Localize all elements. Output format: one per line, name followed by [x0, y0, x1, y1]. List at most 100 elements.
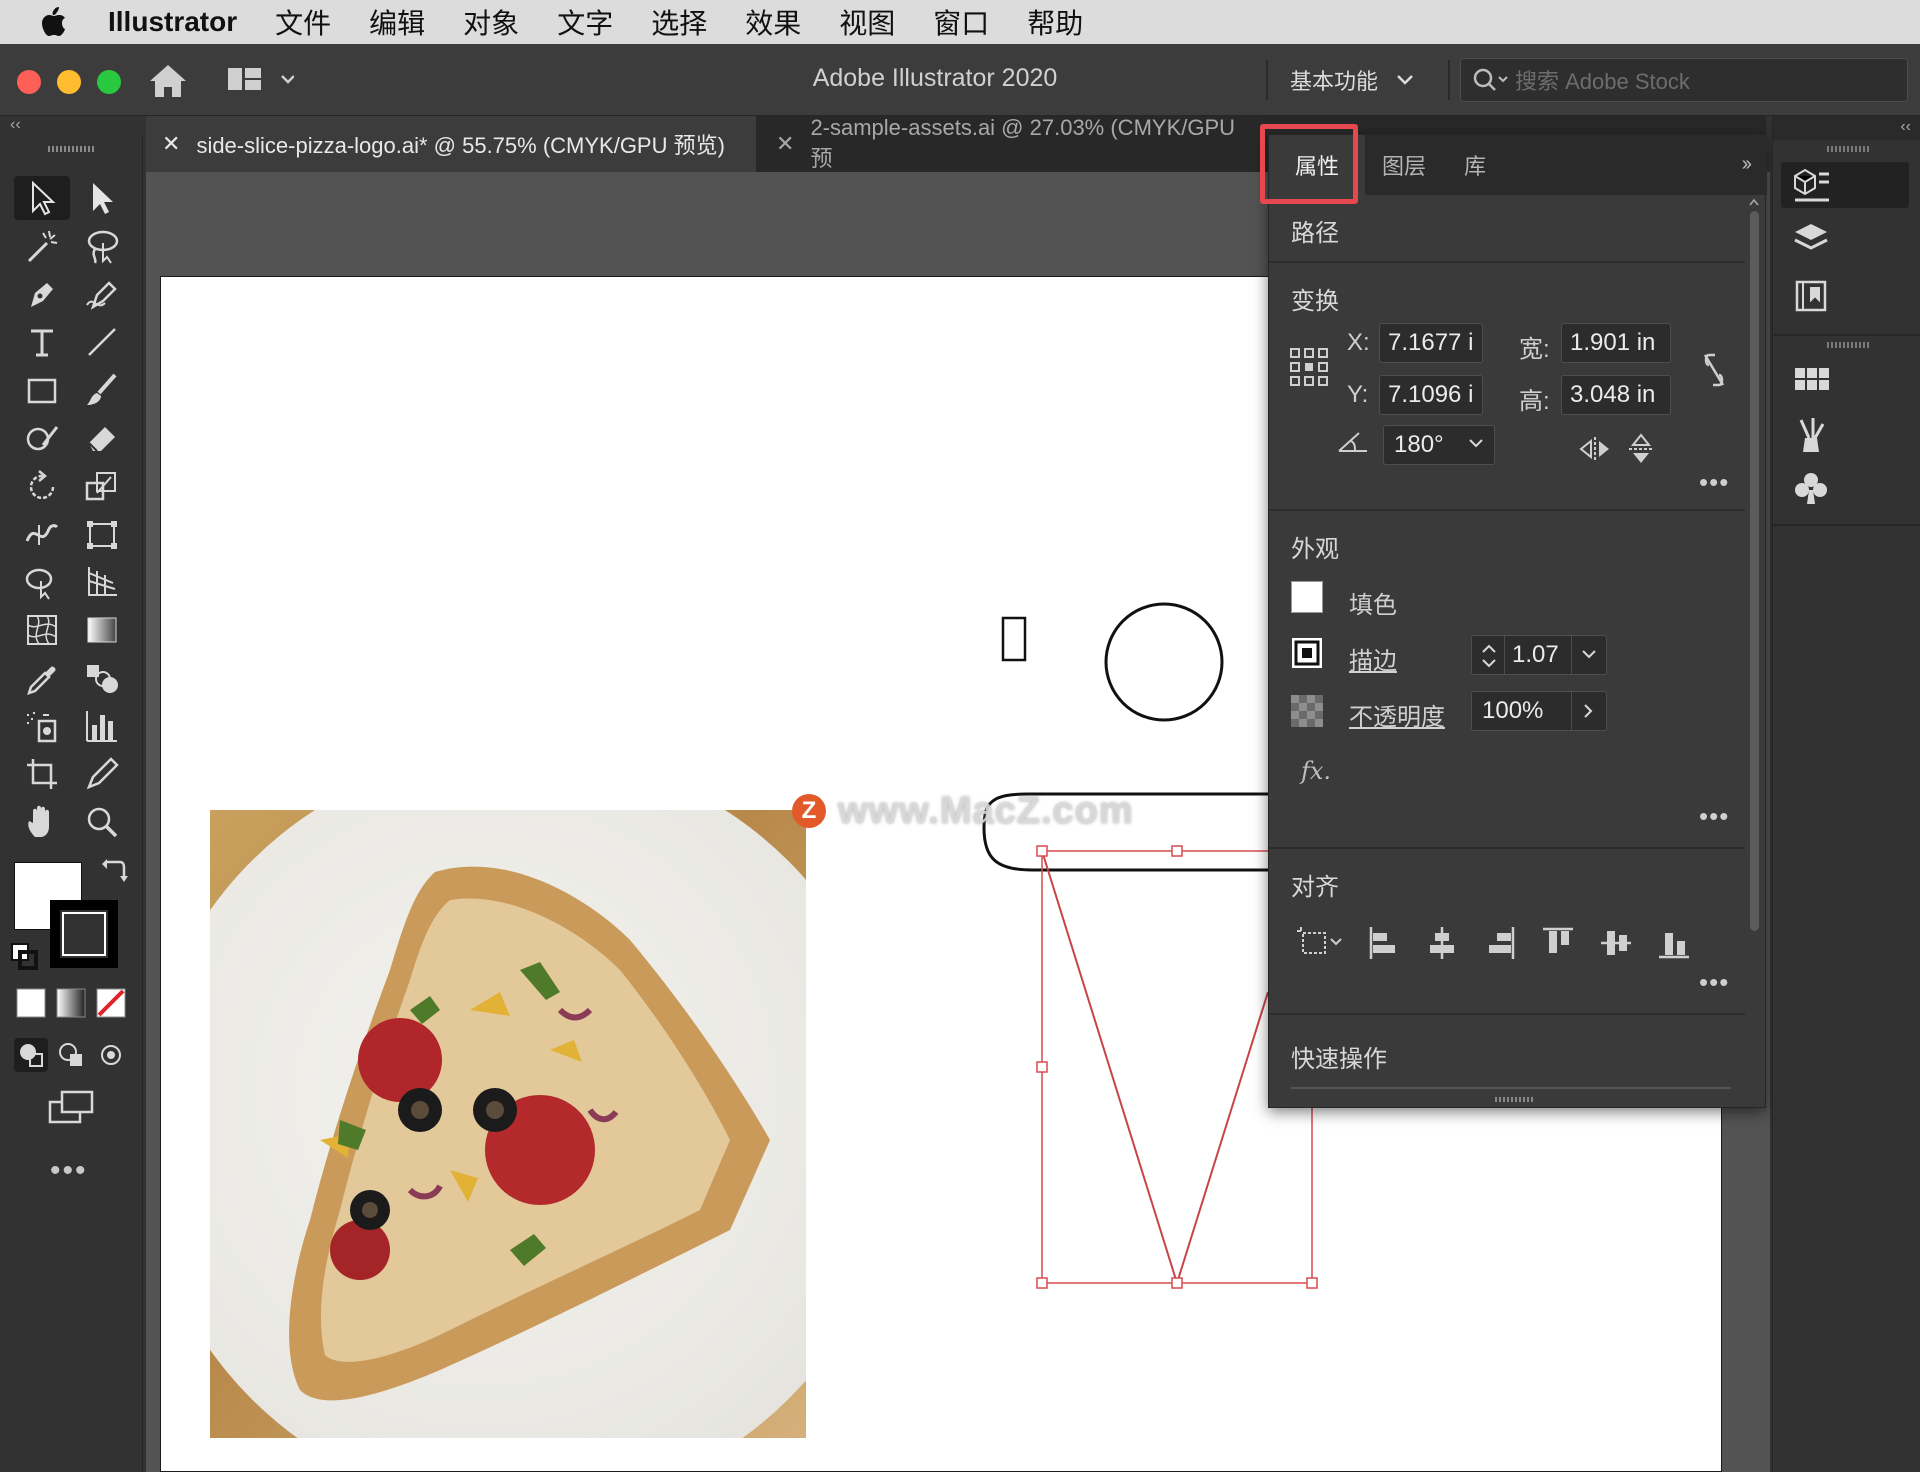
pen-tool[interactable] — [14, 272, 70, 316]
menu-select[interactable]: 选择 — [651, 2, 707, 42]
tab-layers[interactable]: 图层 — [1365, 135, 1443, 195]
free-transform-tool[interactable] — [74, 512, 130, 556]
align-vertical-center-icon[interactable] — [1599, 925, 1633, 961]
menu-object[interactable]: 对象 — [463, 2, 519, 42]
y-position-field[interactable]: 7.1096 i — [1379, 375, 1483, 415]
panel-resize-grip[interactable] — [1495, 1097, 1535, 1102]
eyedropper-tool[interactable] — [14, 656, 70, 700]
paintbrush-tool[interactable] — [74, 368, 130, 412]
magic-wand-tool[interactable] — [14, 224, 70, 268]
stroke-label[interactable]: 描边 — [1349, 641, 1397, 676]
document-tab[interactable]: ✕ 2-sample-assets.ai @ 27.03% (CMYK/GPU … — [760, 115, 1260, 172]
constrain-proportions-icon[interactable] — [1697, 351, 1731, 389]
selection-tool[interactable] — [14, 176, 70, 220]
slice-tool[interactable] — [74, 752, 130, 796]
collapse-dock-icon[interactable]: ‹‹ — [1900, 118, 1911, 136]
width-field[interactable]: 1.901 in — [1561, 323, 1671, 363]
panel-collapse-icon[interactable]: ›› — [1742, 153, 1752, 176]
fill-swatch[interactable] — [1291, 581, 1323, 613]
transform-more-options-icon[interactable]: ••• — [1699, 467, 1729, 498]
menu-help[interactable]: 帮助 — [1027, 2, 1083, 42]
direct-selection-tool[interactable] — [74, 176, 130, 220]
chevron-down-icon[interactable] — [1468, 438, 1484, 450]
menu-window[interactable]: 窗口 — [933, 2, 989, 42]
symbol-sprayer-tool[interactable] — [14, 704, 70, 748]
curvature-tool[interactable] — [74, 272, 130, 316]
opacity-field[interactable]: 100% — [1471, 691, 1607, 731]
scroll-up-icon[interactable] — [1748, 197, 1760, 207]
align-to-selection-icon[interactable] — [1295, 925, 1345, 961]
libraries-panel-icon[interactable] — [1791, 276, 1831, 316]
hand-tool[interactable] — [14, 800, 70, 844]
layers-panel-icon[interactable] — [1791, 220, 1831, 260]
draw-normal-icon[interactable] — [14, 1038, 48, 1072]
flip-vertical-icon[interactable] — [1627, 433, 1655, 465]
artboard-tool[interactable] — [14, 752, 70, 796]
brushes-panel-icon[interactable] — [1791, 414, 1831, 454]
flip-horizontal-icon[interactable] — [1579, 435, 1611, 463]
scrollbar-thumb[interactable] — [1750, 211, 1759, 931]
close-tab-icon[interactable]: ✕ — [162, 131, 180, 157]
properties-panel-icon[interactable] — [1791, 166, 1831, 206]
width-tool[interactable] — [14, 512, 70, 556]
adobe-stock-search[interactable]: 搜索 Adobe Stock — [1460, 58, 1908, 102]
default-fill-stroke-icon[interactable] — [10, 942, 40, 972]
dock-grip[interactable] — [1827, 146, 1869, 152]
scale-tool[interactable] — [74, 464, 130, 508]
lasso-tool[interactable] — [74, 224, 130, 268]
collapse-toolbar-icon[interactable]: ‹‹ — [10, 116, 21, 134]
none-mode-icon[interactable] — [94, 986, 128, 1020]
dock-grip[interactable] — [1827, 342, 1869, 348]
stroke-color-swatch[interactable] — [50, 900, 118, 968]
opacity-label[interactable]: 不透明度 — [1349, 697, 1445, 732]
edit-toolbar-more-icon[interactable]: ••• — [50, 1154, 88, 1188]
chevron-right-icon[interactable] — [1583, 703, 1595, 719]
align-top-icon[interactable] — [1541, 925, 1575, 961]
align-left-icon[interactable] — [1367, 925, 1401, 961]
align-right-icon[interactable] — [1483, 925, 1517, 961]
reference-point-icon[interactable] — [1289, 347, 1329, 387]
stroke-weight-field[interactable]: 1.07 — [1471, 635, 1607, 675]
shaper-tool[interactable] — [14, 416, 70, 460]
menu-app-name[interactable]: Illustrator — [108, 6, 237, 38]
x-position-field[interactable]: 7.1677 i — [1379, 323, 1483, 363]
type-tool[interactable] — [14, 320, 70, 364]
pizza-photo[interactable] — [210, 810, 806, 1438]
rotate-tool[interactable] — [14, 464, 70, 508]
menu-view[interactable]: 视图 — [839, 2, 895, 42]
swap-fill-stroke-icon[interactable] — [98, 856, 128, 886]
workspace-switcher[interactable]: 基本功能 — [1290, 64, 1414, 96]
menu-edit[interactable]: 编辑 — [369, 2, 425, 42]
swatches-panel-icon[interactable] — [1791, 360, 1831, 400]
panel-scrollbar[interactable] — [1747, 197, 1761, 1097]
menu-type[interactable]: 文字 — [557, 2, 613, 42]
align-horizontal-center-icon[interactable] — [1425, 925, 1459, 961]
appearance-more-options-icon[interactable]: ••• — [1699, 801, 1729, 832]
draw-inside-icon[interactable] — [94, 1038, 128, 1072]
mesh-tool[interactable] — [14, 608, 70, 652]
perspective-grid-tool[interactable] — [74, 560, 130, 604]
draw-behind-icon[interactable] — [54, 1038, 88, 1072]
chevron-down-icon[interactable] — [1581, 649, 1597, 661]
zoom-tool[interactable] — [74, 800, 130, 844]
tab-libraries[interactable]: 库 — [1443, 135, 1507, 195]
color-mode-icon[interactable] — [14, 986, 48, 1020]
blend-tool[interactable] — [74, 656, 130, 700]
menu-effect[interactable]: 效果 — [745, 2, 801, 42]
menu-file[interactable]: 文件 — [275, 2, 331, 42]
apple-icon[interactable] — [38, 0, 88, 44]
panel-grip[interactable] — [48, 146, 94, 152]
effects-fx-button[interactable]: fx. — [1301, 757, 1331, 785]
column-graph-tool[interactable] — [74, 704, 130, 748]
shape-builder-tool[interactable] — [14, 560, 70, 604]
symbols-panel-icon[interactable] — [1791, 468, 1831, 508]
document-tab-active[interactable]: ✕ side-slice-pizza-logo.ai* @ 55.75% (CM… — [146, 116, 756, 172]
line-segment-tool[interactable] — [74, 320, 130, 364]
rotate-angle-field[interactable]: 180° — [1383, 425, 1495, 465]
height-field[interactable]: 3.048 in — [1561, 375, 1671, 415]
stroke-swatch[interactable] — [1291, 637, 1323, 669]
close-tab-icon[interactable]: ✕ — [776, 131, 794, 157]
align-bottom-icon[interactable] — [1657, 925, 1691, 961]
eraser-tool[interactable] — [74, 416, 130, 460]
rectangle-tool[interactable] — [14, 368, 70, 412]
